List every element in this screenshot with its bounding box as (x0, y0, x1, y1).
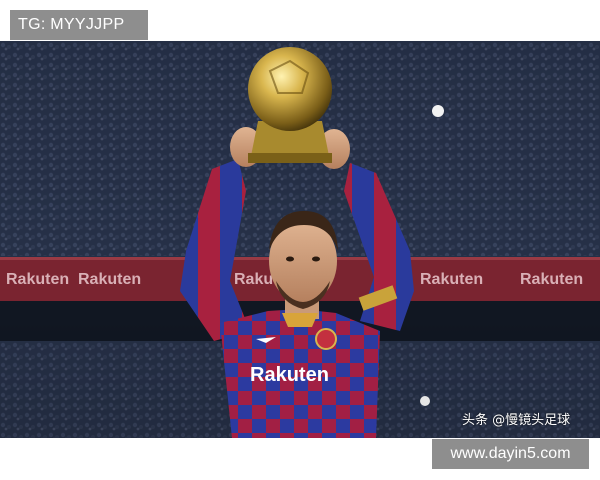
ad-board-text: Rakuten (78, 271, 141, 288)
eye-left (286, 256, 294, 262)
golden-ball-trophy (248, 47, 332, 163)
toutiao-watermark: 头条 @慢镜头足球 (462, 413, 571, 428)
site-watermark-label: www.dayin5.com (432, 439, 589, 469)
photo-scene: Rakuten Rakuten Rakuten Rakuten Rakuten (0, 41, 600, 438)
shirt-sponsor-text: Rakuten (250, 364, 329, 386)
ad-board-text: Rakuten (420, 271, 483, 288)
club-crest (315, 328, 337, 350)
trophy-base-plinth (248, 153, 332, 163)
ad-board-text: Rakuten (6, 271, 69, 288)
light-dot (420, 396, 430, 406)
photo: Rakuten Rakuten Rakuten Rakuten Rakuten (0, 41, 600, 438)
shirt-collar (282, 313, 318, 327)
tg-watermark-label: TG: MYYJJPP (10, 10, 148, 40)
eye-right (312, 256, 320, 262)
trophy-ball (248, 47, 332, 131)
light-dot (432, 105, 444, 117)
ad-board-text: Rakuten (520, 271, 583, 288)
